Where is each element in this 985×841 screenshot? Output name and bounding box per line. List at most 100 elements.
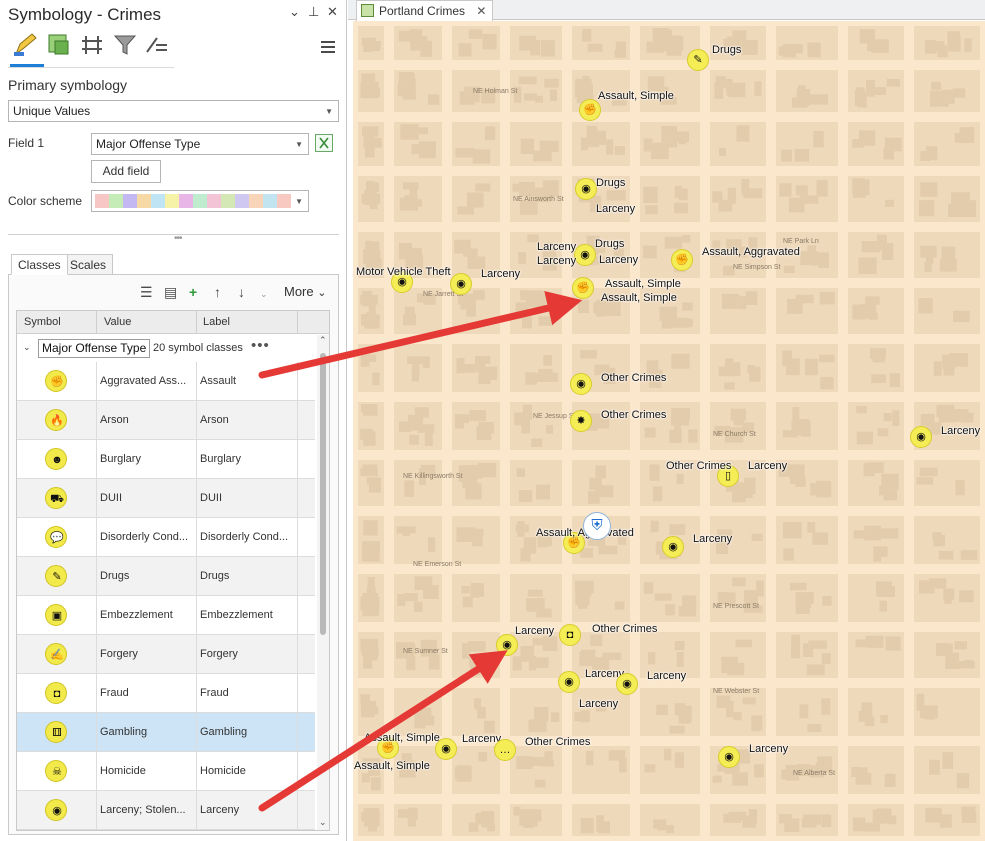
value-cell[interactable]: DUII xyxy=(100,492,196,504)
symbol-cell[interactable]: ◘ xyxy=(17,674,97,712)
homicide-icon[interactable]: ☠ xyxy=(45,760,67,782)
symbol-cell[interactable]: ✎ xyxy=(17,557,97,595)
label-cell[interactable]: Larceny xyxy=(200,804,298,816)
embezzlement-icon[interactable]: ▣ xyxy=(45,604,67,626)
move-up-icon[interactable]: ↑ xyxy=(214,284,221,300)
police-station-icon[interactable]: ⛨ xyxy=(583,512,611,540)
symbol-cell[interactable]: ⛟ xyxy=(17,479,97,517)
symbol-cell[interactable]: ☠ xyxy=(17,752,97,790)
larceny-icon[interactable]: ◉ xyxy=(496,634,518,656)
table-row[interactable]: ▣ Embezzlement Embezzlement xyxy=(17,596,315,635)
label-cell[interactable]: Fraud xyxy=(200,687,298,699)
table-row[interactable]: ⚅ Gambling Gambling xyxy=(17,713,315,752)
primary-symbology-tool-icon[interactable] xyxy=(12,32,38,58)
assault-icon[interactable]: ✊ xyxy=(45,370,67,392)
close-icon[interactable]: ✕ xyxy=(327,4,338,20)
symbol-cell[interactable]: ☻ xyxy=(17,440,97,478)
drugs-icon[interactable]: ✎ xyxy=(687,49,709,71)
disorderly-icon[interactable]: 💬 xyxy=(45,526,67,548)
label-cell[interactable]: Burglary xyxy=(200,453,298,465)
burglary-icon[interactable]: ☻ xyxy=(45,448,67,470)
label-cell[interactable]: Gambling xyxy=(200,726,298,738)
assault-icon[interactable]: ✊ xyxy=(572,277,594,299)
add-icon[interactable]: + xyxy=(189,284,197,300)
value-cell[interactable]: Aggravated Ass... xyxy=(100,375,196,387)
symbol-cell[interactable]: ✊ xyxy=(17,362,97,400)
table-row[interactable]: ⛟ DUII DUII xyxy=(17,479,315,518)
label-cell[interactable]: Drugs xyxy=(200,570,298,582)
fraud-icon[interactable]: ◘ xyxy=(559,624,581,646)
scroll-thumb[interactable] xyxy=(320,353,326,635)
larceny-icon[interactable]: ◉ xyxy=(718,746,740,768)
add-all-values-icon[interactable]: ▤ xyxy=(164,284,177,301)
value-cell[interactable]: Forgery xyxy=(100,648,196,660)
larceny-icon[interactable]: ◉ xyxy=(435,738,457,760)
symbol-cell[interactable]: 💬 xyxy=(17,518,97,556)
value-cell[interactable]: Larceny; Stolen... xyxy=(100,804,196,816)
label-cell[interactable]: Embezzlement xyxy=(200,609,298,621)
larceny-icon[interactable]: ◉ xyxy=(575,178,597,200)
larceny-icon[interactable]: ◉ xyxy=(662,536,684,558)
value-cell[interactable]: Disorderly Cond... xyxy=(100,531,196,543)
larceny-icon[interactable]: ◉ xyxy=(45,799,67,821)
chevron-down-icon[interactable]: ⌄ xyxy=(289,4,300,20)
tab-scales[interactable]: Scales xyxy=(63,254,114,275)
symbol-layers-tool-icon[interactable] xyxy=(80,32,106,58)
arson-icon[interactable]: 🔥 xyxy=(45,409,67,431)
label-cell[interactable]: Assault xyxy=(200,375,298,387)
larceny-icon[interactable]: ◉ xyxy=(574,244,596,266)
label-tool-icon[interactable] xyxy=(144,32,170,58)
more-button[interactable]: More ⌄ xyxy=(284,284,326,299)
label-cell[interactable]: Disorderly Cond... xyxy=(200,531,298,543)
arson-icon[interactable]: ✸ xyxy=(570,410,592,432)
scroll-up-icon[interactable]: ⌃ xyxy=(319,335,327,346)
filter-tool-icon[interactable] xyxy=(112,32,138,58)
table-row[interactable]: 🔥 Arson Arson xyxy=(17,401,315,440)
larceny-icon[interactable]: ◉ xyxy=(616,673,638,695)
value-cell[interactable]: Gambling xyxy=(100,726,196,738)
symbol-cell[interactable]: 🔥 xyxy=(17,401,97,439)
close-icon[interactable]: ✕ xyxy=(476,4,486,18)
disorderly-icon[interactable]: … xyxy=(494,739,516,761)
vary-symbology-tool-icon[interactable] xyxy=(46,32,72,58)
fraud-icon[interactable]: ◘ xyxy=(45,682,67,704)
scroll-down-icon[interactable]: ⌄ xyxy=(319,817,327,828)
group-heading-field[interactable]: Major Offense Type xyxy=(38,339,151,358)
table-row[interactable]: ☻ Burglary Burglary xyxy=(17,440,315,479)
field1-select[interactable]: Major Offense Type ▼ xyxy=(91,133,309,155)
menu-icon[interactable] xyxy=(321,41,335,53)
column-header-symbol[interactable]: Symbol xyxy=(24,316,61,328)
larceny-icon[interactable]: ◉ xyxy=(910,426,932,448)
tab-portland-crimes[interactable]: Portland Crimes ✕ xyxy=(356,0,494,21)
add-field-button[interactable]: Add field xyxy=(91,160,161,183)
scrollbar[interactable]: ⌃ ⌄ xyxy=(317,335,329,830)
table-row[interactable]: ✎ Drugs Drugs xyxy=(17,557,315,596)
symbol-cell[interactable]: ▣ xyxy=(17,596,97,634)
larceny-icon[interactable]: ◉ xyxy=(570,373,592,395)
symbol-cell[interactable]: ✍ xyxy=(17,635,97,673)
label-cell[interactable]: Forgery xyxy=(200,648,298,660)
tab-classes[interactable]: Classes xyxy=(11,254,68,275)
value-cell[interactable]: Burglary xyxy=(100,453,196,465)
symbol-cell[interactable]: ⚅ xyxy=(17,713,97,751)
larceny-icon[interactable]: ◉ xyxy=(558,671,580,693)
map-view[interactable]: NE Holman St NE Ainsworth St NE Jarrett St… xyxy=(353,21,985,841)
value-cell[interactable]: Homicide xyxy=(100,765,196,777)
primary-symbology-select[interactable]: Unique Values ▼ xyxy=(8,100,339,122)
pane-splitter[interactable]: ••• xyxy=(8,233,339,244)
dui-icon[interactable]: ⛟ xyxy=(45,487,67,509)
column-header-label[interactable]: Label xyxy=(203,316,230,328)
move-down-icon[interactable]: ↓ xyxy=(238,284,245,300)
value-cell[interactable]: Fraud xyxy=(100,687,196,699)
assault-icon[interactable]: ✊ xyxy=(579,99,601,121)
value-cell[interactable]: Arson xyxy=(100,414,196,426)
table-row[interactable]: ☠ Homicide Homicide xyxy=(17,752,315,791)
pin-icon[interactable]: ⊥ xyxy=(308,4,319,20)
table-row[interactable]: ◘ Fraud Fraud xyxy=(17,674,315,713)
color-scheme-select[interactable]: ▼ xyxy=(91,190,309,212)
label-cell[interactable]: DUII xyxy=(200,492,298,504)
table-row[interactable]: ◉ Larceny; Stolen... Larceny xyxy=(17,791,315,830)
symbol-cell[interactable]: ◉ xyxy=(17,791,97,829)
label-cell[interactable]: Arson xyxy=(200,414,298,426)
collapse-icon[interactable]: ⌄ xyxy=(23,342,31,353)
